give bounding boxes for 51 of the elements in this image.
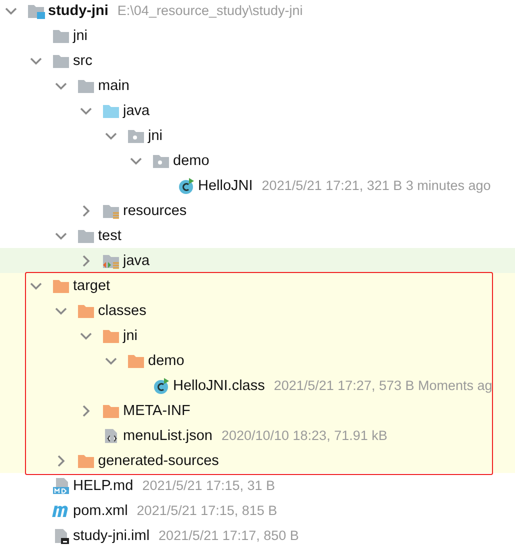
file-details: 2021/5/21 17:15, 815 B [136,503,278,518]
tree-item-label[interactable]: HELP.md [73,478,134,494]
folder-icon [52,52,70,68]
json-file-icon [102,428,120,444]
file-details: 2020/10/10 18:23, 71.91 kB [221,428,388,443]
tree-item-label[interactable]: resources [123,202,187,218]
folder-icon [102,328,120,344]
folder-icon [102,402,120,418]
folder-icon [102,202,120,218]
tree-item-label[interactable]: study-jni [48,2,108,18]
tree-item-label[interactable]: jni [73,28,88,44]
tree-item-label[interactable]: demo [173,152,210,168]
tree-item-label[interactable]: java [123,252,150,268]
class-file-icon [152,378,170,394]
folder-icon [77,302,95,318]
file-details: 2021/5/21 17:17, 850 B [158,528,299,543]
folder-icon [127,128,145,144]
module-path: E:\04_resource_study\study-jni [117,3,303,18]
file-details: 2021/5/21 17:15, 31 B [142,478,276,493]
module-file-icon [52,528,70,544]
class-file-icon [177,178,195,194]
tree-item-label[interactable]: menuList.json [123,428,212,444]
tree-item-label[interactable]: src [73,52,92,68]
tree-item-label[interactable]: META-INF [123,402,190,418]
folder-icon [152,152,170,168]
file-details: 2021/5/21 17:27, 573 B Moments ag [274,378,492,393]
tree-item-label[interactable]: demo [148,352,184,368]
tree-item-label[interactable]: target [73,278,110,294]
tree-item-label[interactable]: jni [148,128,163,144]
folder-icon [52,28,70,44]
folder-icon [52,278,70,294]
file-details: 2021/5/21 17:21, 321 B 3 minutes ago [262,178,491,193]
tree-item-label[interactable]: jni [123,328,138,344]
folder-icon [77,228,95,244]
tree-item-label[interactable]: HelloJNI [198,178,253,194]
tree-item-label[interactable]: generated-sources [98,452,219,468]
folder-icon [127,352,145,368]
maven-m-icon [52,504,68,516]
tree-item-label[interactable]: java [123,102,150,118]
tree-item-label[interactable]: main [98,78,130,94]
folder-icon [102,252,120,268]
folder-icon [77,452,95,468]
markdown-file-icon [52,478,70,494]
folder-icon [102,102,120,118]
tree-item-label[interactable]: classes [98,302,146,318]
folder-icon [77,78,95,94]
tree-item-label[interactable]: study-jni.iml [73,528,150,544]
tree-item-label[interactable]: HelloJNI.class [173,378,265,394]
tree-item-label[interactable]: test [98,228,122,244]
tree-item-label[interactable]: pom.xml [73,502,128,518]
folder-icon [27,2,45,18]
